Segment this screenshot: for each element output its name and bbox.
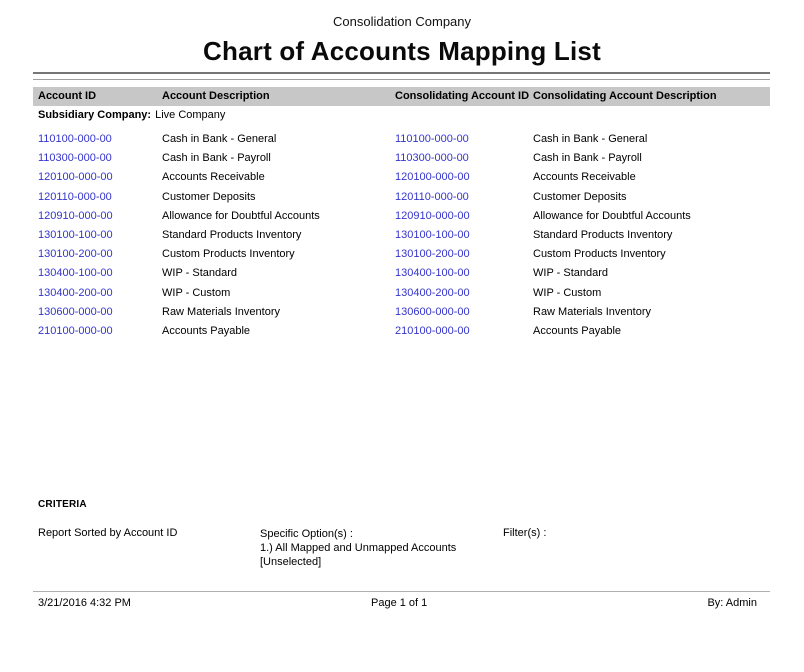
criteria-option-line: 1.) All Mapped and Unmapped Accounts <box>260 541 456 555</box>
consolidating-account-description: WIP - Custom <box>533 287 601 299</box>
subsidiary-company-value: Live Company <box>155 109 225 121</box>
table-row: 120100-000-00 Accounts Receivable 120100-0… <box>33 167 770 186</box>
consolidating-account-id-link[interactable]: 130400-100-00 <box>395 267 470 279</box>
consolidating-account-id-link[interactable]: 210100-000-00 <box>395 325 470 337</box>
account-id-link[interactable]: 110100-000-00 <box>38 133 112 145</box>
consolidating-account-description: Customer Deposits <box>533 191 627 203</box>
account-id-link[interactable]: 130400-200-00 <box>38 287 113 299</box>
subsidiary-company-row: Subsidiary Company: Live Company <box>38 109 225 121</box>
account-id-link[interactable]: 130400-100-00 <box>38 267 113 279</box>
table-row: 130400-100-00 WIP - Standard 130400-100-00… <box>33 263 770 282</box>
table-row: 120910-000-00 Allowance for Doubtful Acco… <box>33 206 770 225</box>
consolidating-account-id-link[interactable]: 130100-200-00 <box>395 248 470 260</box>
footer-datetime: 3/21/2016 4:32 PM <box>38 597 131 609</box>
table-row: 120110-000-00 Customer Deposits 120110-000… <box>33 187 770 206</box>
table-row: 110300-000-00 Cash in Bank - Payroll 11030… <box>33 148 770 167</box>
account-id-link[interactable]: 110300-000-00 <box>38 152 112 164</box>
account-id-link[interactable]: 210100-000-00 <box>38 325 113 337</box>
table-row: 130100-100-00 Standard Products Inventory… <box>33 225 770 244</box>
account-id-link[interactable]: 130100-100-00 <box>38 229 113 241</box>
table-row: 130400-200-00 WIP - Custom 130400-200-00 WI… <box>33 283 770 302</box>
criteria-heading: CRITERIA <box>38 499 87 510</box>
report-page: Consolidation Company Chart of Accounts … <box>0 0 804 672</box>
account-description: Cash in Bank - Payroll <box>162 152 271 164</box>
criteria-options-label: Specific Option(s) : <box>260 527 456 541</box>
account-id-link[interactable]: 130100-200-00 <box>38 248 113 260</box>
consolidating-account-id-link[interactable]: 120110-000-00 <box>395 191 469 203</box>
consolidating-account-description: Raw Materials Inventory <box>533 306 651 318</box>
subsidiary-company-label: Subsidiary Company: <box>38 109 151 121</box>
column-header-consolidating-account-id: Consolidating Account ID <box>395 90 529 102</box>
account-description: Standard Products Inventory <box>162 229 301 241</box>
column-header-account-id: Account ID <box>38 90 96 102</box>
footer-page-number: Page 1 of 1 <box>371 597 427 609</box>
report-title: Chart of Accounts Mapping List <box>0 36 804 67</box>
column-header-consolidating-account-description: Consolidating Account Description <box>533 90 717 102</box>
footer-divider <box>33 591 770 592</box>
consolidating-account-description: Standard Products Inventory <box>533 229 672 241</box>
consolidating-account-description: Accounts Payable <box>533 325 621 337</box>
consolidating-account-description: Cash in Bank - General <box>533 133 647 145</box>
footer-user: By: Admin <box>707 597 757 609</box>
table-row: 130600-000-00 Raw Materials Inventory 1306… <box>33 302 770 321</box>
criteria-filters-label: Filter(s) : <box>503 527 546 539</box>
account-description: Raw Materials Inventory <box>162 306 280 318</box>
criteria-option-line: [Unselected] <box>260 555 456 569</box>
consolidating-account-description: Allowance for Doubtful Accounts <box>533 210 691 222</box>
account-description: Allowance for Doubtful Accounts <box>162 210 320 222</box>
company-name: Consolidation Company <box>0 14 804 29</box>
account-id-link[interactable]: 130600-000-00 <box>38 306 113 318</box>
account-description: Cash in Bank - General <box>162 133 276 145</box>
table-row: 110100-000-00 Cash in Bank - General 11010… <box>33 129 770 148</box>
table-body: 110100-000-00 Cash in Bank - General 11010… <box>33 129 770 340</box>
consolidating-account-id-link[interactable]: 130100-100-00 <box>395 229 470 241</box>
criteria-sort-text: Report Sorted by Account ID <box>38 527 177 539</box>
consolidating-account-id-link[interactable]: 130400-200-00 <box>395 287 470 299</box>
consolidating-account-description: Custom Products Inventory <box>533 248 666 260</box>
consolidating-account-id-link[interactable]: 110300-000-00 <box>395 152 469 164</box>
table-row: 130100-200-00 Custom Products Inventory 13… <box>33 244 770 263</box>
account-id-link[interactable]: 120110-000-00 <box>38 191 112 203</box>
account-id-link[interactable]: 120100-000-00 <box>38 171 113 183</box>
consolidating-account-description: WIP - Standard <box>533 267 608 279</box>
account-description: WIP - Standard <box>162 267 237 279</box>
account-description: Customer Deposits <box>162 191 256 203</box>
consolidating-account-description: Cash in Bank - Payroll <box>533 152 642 164</box>
account-description: Accounts Receivable <box>162 171 265 183</box>
consolidating-account-id-link[interactable]: 130600-000-00 <box>395 306 470 318</box>
table-row: 210100-000-00 Accounts Payable 210100-000-… <box>33 321 770 340</box>
consolidating-account-id-link[interactable]: 110100-000-00 <box>395 133 469 145</box>
criteria-options: Specific Option(s) : 1.) All Mapped and … <box>260 527 456 569</box>
consolidating-account-id-link[interactable]: 120100-000-00 <box>395 171 470 183</box>
title-divider <box>33 72 770 80</box>
table-header-row: Account ID Account Description Consolida… <box>33 87 770 106</box>
consolidating-account-description: Accounts Receivable <box>533 171 636 183</box>
account-id-link[interactable]: 120910-000-00 <box>38 210 113 222</box>
consolidating-account-id-link[interactable]: 120910-000-00 <box>395 210 470 222</box>
account-description: Accounts Payable <box>162 325 250 337</box>
column-header-account-description: Account Description <box>162 90 270 102</box>
account-description: WIP - Custom <box>162 287 230 299</box>
account-description: Custom Products Inventory <box>162 248 295 260</box>
